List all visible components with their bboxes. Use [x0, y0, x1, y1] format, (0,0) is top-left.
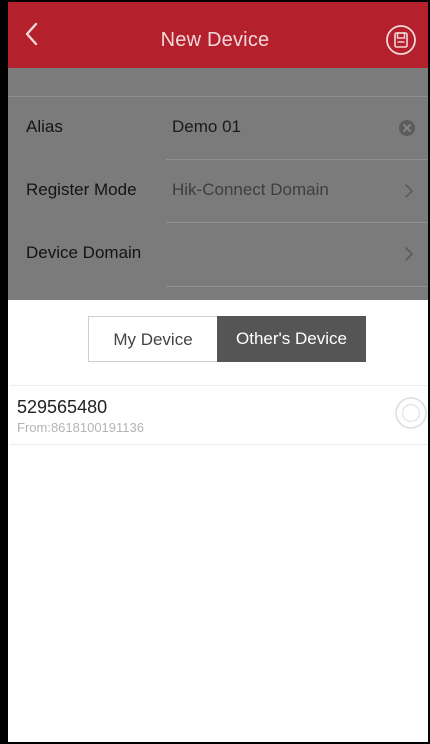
chevron-right-icon	[405, 247, 413, 261]
radio-unchecked-icon[interactable]	[394, 396, 428, 430]
device-domain-label: Device Domain	[26, 243, 142, 262]
alias-label: Alias	[26, 117, 63, 136]
device-form: Alias Demo 01 Register Mode Hik-Connect …	[0, 68, 430, 300]
page-title: New Device	[160, 29, 270, 51]
register-mode-value: Hik-Connect Domain	[172, 180, 329, 199]
tab-my-device[interactable]: My Device	[88, 316, 217, 362]
list-divider	[10, 385, 430, 386]
device-serial: 529565480	[17, 397, 108, 417]
tab-others-device[interactable]: Other's Device	[217, 316, 366, 362]
list-divider	[10, 444, 430, 445]
alias-row[interactable]: Alias Demo 01	[0, 97, 430, 159]
alias-input[interactable]: Demo 01	[172, 117, 241, 137]
device-source-tabs: My Device Other's Device	[88, 316, 366, 362]
clear-circle-icon[interactable]	[398, 119, 416, 137]
register-mode-row[interactable]: Register Mode Hik-Connect Domain	[0, 160, 430, 222]
app-header: New Device	[0, 0, 430, 68]
device-source: From:8618100191136	[17, 420, 144, 435]
row-divider	[166, 286, 430, 287]
save-button[interactable]	[385, 24, 417, 56]
save-device-icon	[386, 25, 416, 55]
register-mode-label: Register Mode	[26, 180, 137, 199]
chevron-right-icon	[405, 184, 413, 198]
device-domain-row[interactable]: Device Domain	[0, 223, 430, 285]
